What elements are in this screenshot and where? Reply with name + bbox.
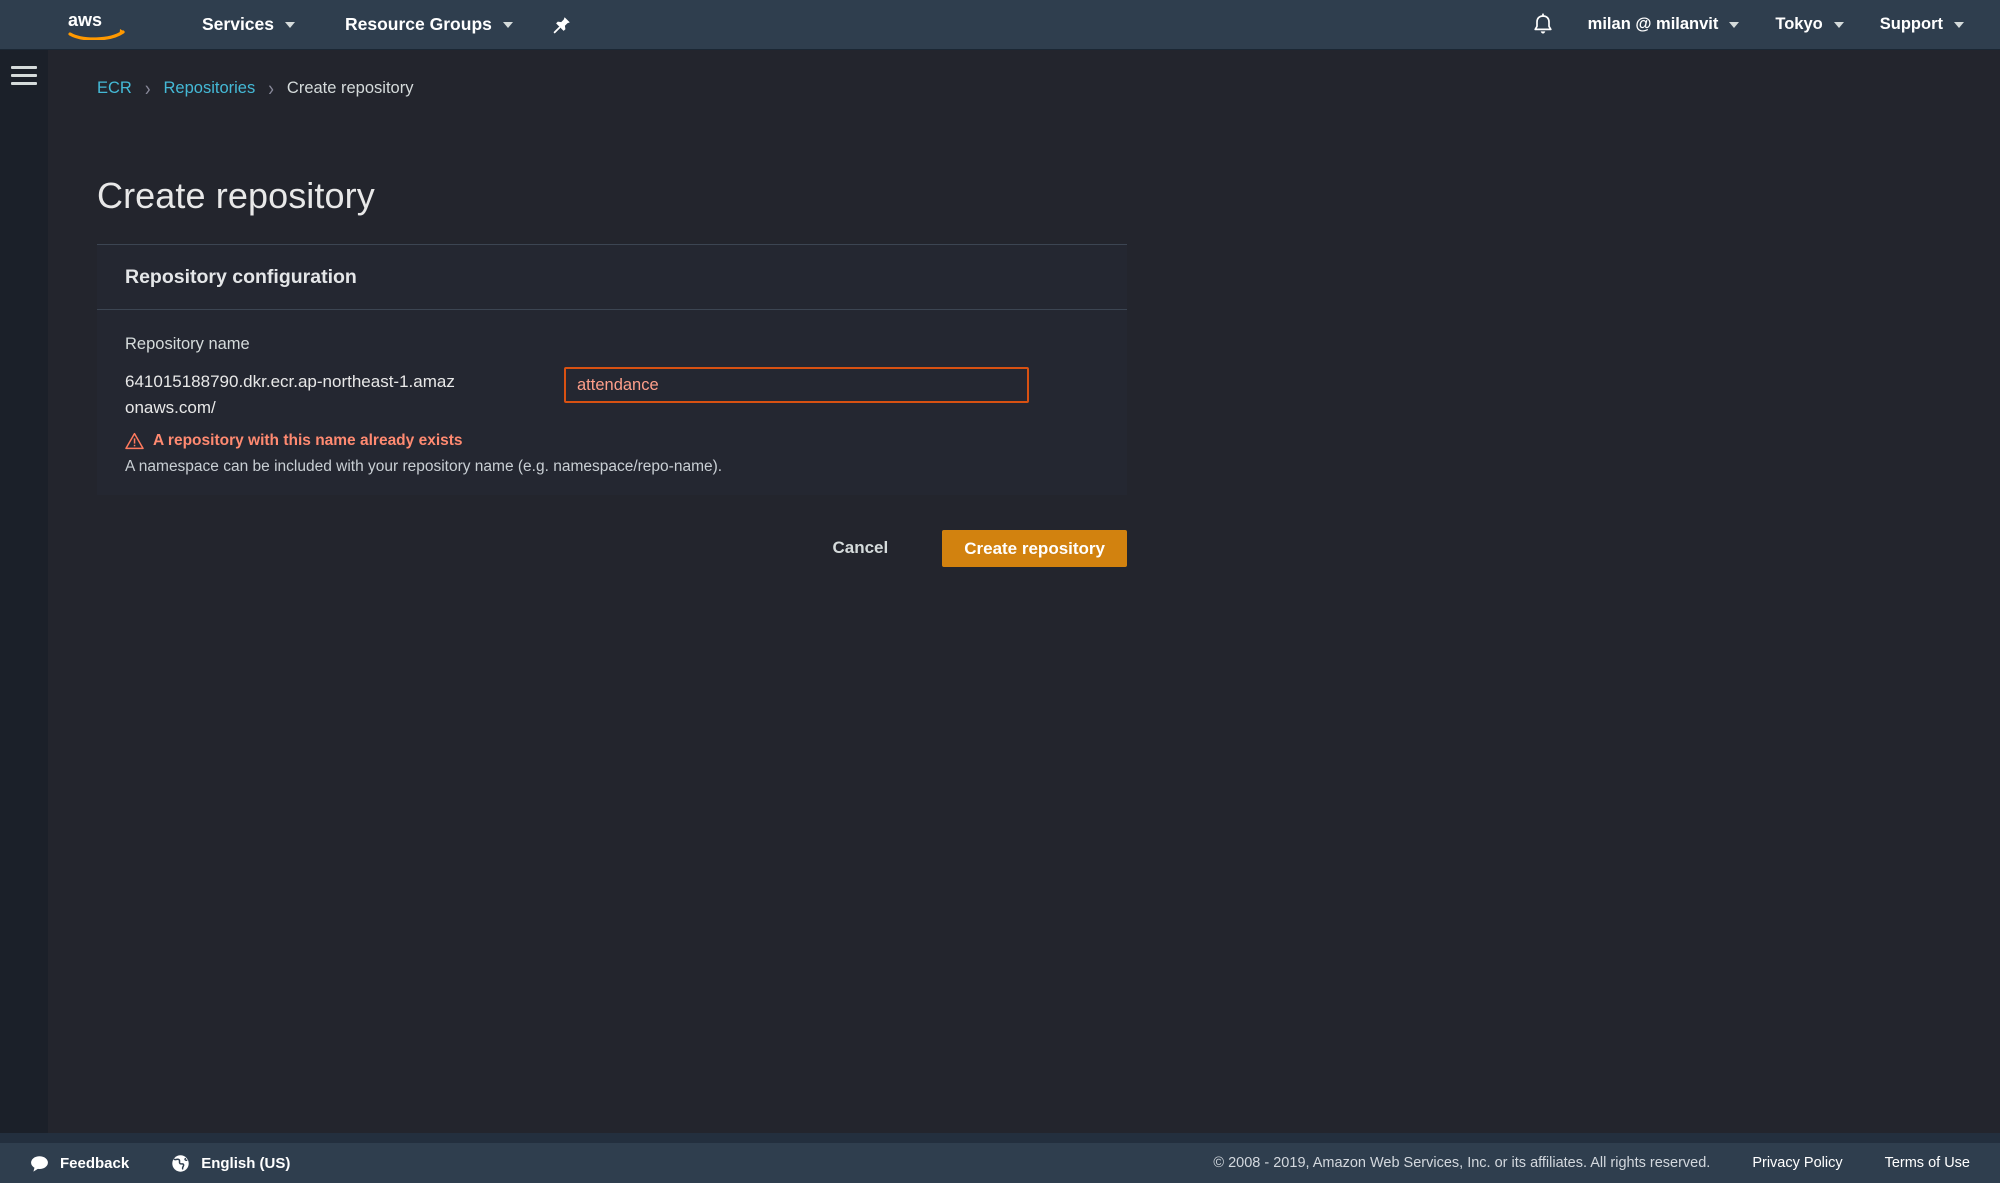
globe-icon — [171, 1154, 190, 1173]
repository-name-error: A repository with this name already exis… — [125, 432, 1099, 450]
top-navigation-bar: aws Services Resource Groups milan @ mil… — [0, 0, 2000, 50]
form-actions: Cancel Create repository — [97, 528, 1127, 568]
create-repository-button[interactable]: Create repository — [942, 529, 1127, 567]
repository-configuration-card: Repository configuration Repository name… — [97, 244, 1127, 495]
chevron-right-icon: › — [268, 76, 274, 101]
card-body: Repository name 641015188790.dkr.ecr.ap-… — [97, 310, 1127, 495]
hamburger-bar — [11, 74, 37, 77]
breadcrumb-item-create-repository: Create repository — [286, 79, 414, 97]
repository-name-error-text: A repository with this name already exis… — [153, 432, 463, 449]
nav-support-menu[interactable]: Support — [1880, 0, 1964, 50]
card-header-title: Repository configuration — [125, 265, 357, 288]
feedback-button[interactable]: Feedback — [30, 1155, 129, 1172]
footer-right-group: © 2008 - 2019, Amazon Web Services, Inc.… — [1213, 1155, 2000, 1171]
footer-left-group: Feedback English (US) — [0, 1154, 290, 1173]
warning-triangle-icon — [125, 432, 144, 450]
chevron-down-icon — [1833, 21, 1844, 28]
nav-left-group: aws Services Resource Groups — [0, 0, 573, 50]
language-label: English (US) — [201, 1154, 291, 1172]
breadcrumb: ECR › Repositories › Create repository — [97, 76, 414, 101]
speech-bubble-icon — [30, 1155, 49, 1172]
chevron-down-icon — [1729, 21, 1740, 28]
footer-bar: Feedback English (US) © 2008 - 2019, Ama… — [0, 1143, 2000, 1183]
nav-resource-groups-menu[interactable]: Resource Groups — [345, 0, 513, 50]
notifications-bell-icon[interactable] — [1526, 8, 1560, 42]
cancel-button[interactable]: Cancel — [816, 528, 904, 568]
nav-support-label: Support — [1879, 15, 1943, 33]
hamburger-menu-icon[interactable] — [11, 66, 37, 88]
nav-account-menu[interactable]: milan @ milanvit — [1588, 0, 1740, 50]
repository-name-label: Repository name — [125, 335, 250, 353]
left-sidebar-rail — [0, 50, 48, 1133]
nav-region-menu[interactable]: Tokyo — [1775, 0, 1844, 50]
hamburger-bar — [11, 66, 37, 69]
pushpin-icon[interactable] — [551, 14, 573, 36]
chevron-down-icon — [502, 21, 513, 28]
hamburger-bar — [11, 82, 37, 85]
nav-right-group: milan @ milanvit Tokyo Support — [1526, 0, 2000, 50]
nav-region-label: Tokyo — [1775, 15, 1823, 33]
breadcrumb-item-repositories[interactable]: Repositories — [164, 79, 256, 98]
copyright-text: © 2008 - 2019, Amazon Web Services, Inc.… — [1213, 1155, 1711, 1171]
terms-of-use-link[interactable]: Terms of Use — [1885, 1155, 1970, 1171]
chevron-down-icon — [1954, 21, 1964, 28]
language-selector[interactable]: English (US) — [171, 1154, 290, 1173]
page-title: Create repository — [97, 175, 375, 216]
svg-text:aws: aws — [68, 10, 102, 30]
card-header: Repository configuration — [97, 245, 1127, 310]
breadcrumb-item-ecr[interactable]: ECR — [97, 79, 132, 98]
nav-services-label: Services — [202, 14, 275, 34]
nav-services-menu[interactable]: Services — [202, 0, 296, 50]
chevron-right-icon: › — [144, 76, 151, 101]
registry-uri-prefix: 641015188790.dkr.ecr.ap-northeast-1.amaz… — [125, 372, 455, 417]
nav-resource-groups-label: Resource Groups — [345, 14, 492, 34]
aws-logo[interactable]: aws — [68, 10, 130, 41]
nav-account-label: milan @ milanvit — [1587, 15, 1719, 33]
privacy-policy-link[interactable]: Privacy Policy — [1752, 1155, 1842, 1171]
repository-name-input[interactable] — [564, 367, 1029, 403]
main-content-area: ECR › Repositories › Create repository C… — [48, 50, 2000, 1133]
feedback-label: Feedback — [60, 1154, 130, 1172]
repository-name-helper-text: A namespace can be included with your re… — [125, 458, 723, 475]
chevron-down-icon — [285, 21, 296, 28]
